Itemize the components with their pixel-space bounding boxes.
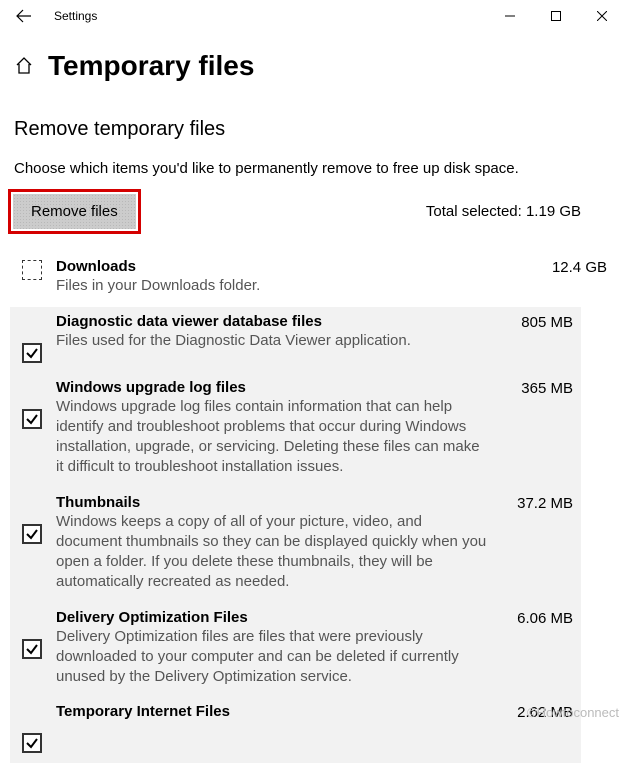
maximize-button[interactable] [533,0,579,32]
item-size: 12.4 GB [527,258,607,296]
item-description: Windows keeps a copy of all of your pict… [56,512,487,593]
list-item[interactable]: Delivery Optimization FilesDelivery Opti… [10,603,581,698]
item-checkbox[interactable] [22,260,42,280]
item-size: 6.06 MB [493,609,573,688]
app-title: Settings [54,9,97,23]
check-icon [25,412,39,426]
arrow-left-icon [16,8,32,24]
item-checkbox[interactable] [22,639,42,659]
checkbox-column [18,703,46,753]
total-selected-label: Total selected: 1.19 GB [426,203,611,220]
checkbox-column [18,494,46,593]
list-item[interactable]: ThumbnailsWindows keeps a copy of all of… [10,488,581,603]
titlebar: Settings [0,0,625,32]
item-checkbox[interactable] [22,524,42,544]
page-title: Temporary files [48,50,254,82]
home-icon[interactable] [14,56,34,76]
item-size: 805 MB [493,313,573,363]
item-title: Temporary Internet Files [56,703,487,720]
remove-files-button[interactable]: Remove files [13,194,136,229]
item-size: 365 MB [493,379,573,478]
item-description: Files in your Downloads folder. [56,276,521,296]
checkbox-column [18,379,46,478]
checkbox-column [18,313,46,363]
item-content: Temporary Internet Files [46,703,493,753]
item-checkbox[interactable] [22,409,42,429]
back-button[interactable] [4,0,44,32]
check-icon [25,346,39,360]
section-title: Remove temporary files [0,90,625,147]
item-content: Diagnostic data viewer database filesFil… [46,313,493,363]
item-title: Thumbnails [56,494,487,511]
check-icon [25,642,39,656]
window-controls [487,0,625,32]
item-content: DownloadsFiles in your Downloads folder. [46,258,527,296]
checkbox-column [18,258,46,296]
highlight-annotation: Remove files [8,189,141,234]
section-description: Choose which items you'd like to permane… [0,147,625,187]
close-icon [597,11,607,21]
item-description: Delivery Optimization files are files th… [56,627,487,688]
item-checkbox[interactable] [22,343,42,363]
check-icon [25,527,39,541]
close-button[interactable] [579,0,625,32]
list-item[interactable]: Windows upgrade log filesWindows upgrade… [10,373,581,488]
item-description: Files used for the Diagnostic Data Viewe… [56,331,487,351]
page-header: Temporary files [0,32,625,90]
list-item[interactable]: Diagnostic data viewer database filesFil… [10,307,581,373]
checkbox-column [18,609,46,688]
minimize-icon [505,11,515,21]
watermark: ©Howtoconnect [527,705,619,720]
list-item[interactable]: Temporary Internet Files2.62 MB [10,697,581,763]
item-title: Delivery Optimization Files [56,609,487,626]
maximize-icon [551,11,561,21]
minimize-button[interactable] [487,0,533,32]
action-row: Remove files Total selected: 1.19 GB [0,189,625,234]
item-content: Delivery Optimization FilesDelivery Opti… [46,609,493,688]
items-list: DownloadsFiles in your Downloads folder.… [0,252,625,763]
item-content: Windows upgrade log filesWindows upgrade… [46,379,493,478]
item-title: Diagnostic data viewer database files [56,313,487,330]
item-content: ThumbnailsWindows keeps a copy of all of… [46,494,493,593]
check-icon [25,736,39,750]
item-title: Downloads [56,258,521,275]
item-size: 37.2 MB [493,494,573,593]
item-description: Windows upgrade log files contain inform… [56,397,487,478]
item-title: Windows upgrade log files [56,379,487,396]
item-checkbox[interactable] [22,733,42,753]
list-item[interactable]: DownloadsFiles in your Downloads folder.… [14,252,611,306]
